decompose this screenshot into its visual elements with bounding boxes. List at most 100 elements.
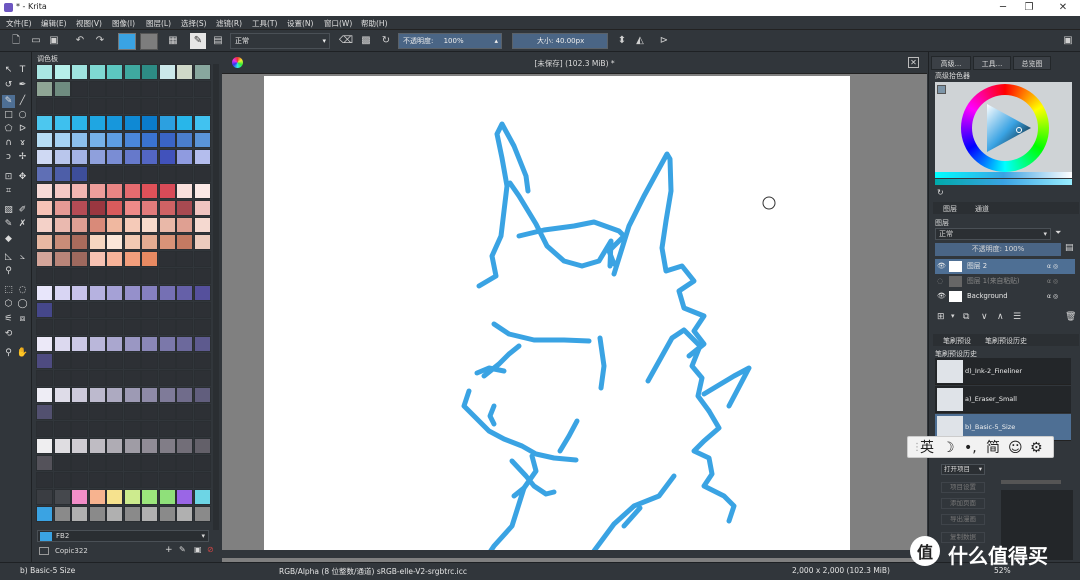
palette-swatch[interactable] — [158, 319, 176, 335]
rectangle-tool-icon[interactable]: □ — [2, 109, 15, 122]
palette-swatch[interactable] — [88, 251, 106, 267]
filter-icon[interactable]: ⏷ — [1055, 228, 1061, 238]
tab-preset-history[interactable]: 笔刷预设历史 — [985, 336, 1027, 346]
palette-swatch[interactable] — [123, 217, 141, 233]
palette-swatch[interactable] — [106, 472, 123, 488]
palette-swatch[interactable] — [193, 387, 211, 403]
layer-opacity-slider[interactable]: 不透明度: 100% — [935, 243, 1061, 256]
add-page-button[interactable]: 添加页面 — [941, 498, 985, 509]
palette-swatch[interactable] — [71, 217, 88, 233]
palette-swatch[interactable] — [36, 506, 53, 522]
palette-swatch[interactable] — [141, 234, 158, 250]
moon-icon[interactable]: ☽ — [942, 438, 955, 458]
palette-swatch[interactable] — [123, 353, 141, 369]
reload-preset-icon[interactable]: ↻ — [378, 33, 394, 49]
palette-swatch[interactable] — [53, 285, 71, 301]
palette-swatch[interactable] — [193, 98, 211, 114]
palette-swatch[interactable] — [193, 489, 211, 505]
palette-swatch[interactable] — [71, 234, 88, 250]
new-document-icon[interactable]: 🗋 — [8, 33, 24, 49]
palette-swatch[interactable] — [193, 132, 211, 148]
palette-swatch[interactable] — [71, 149, 88, 165]
palette-swatch[interactable] — [106, 387, 123, 403]
palette-swatch[interactable] — [176, 285, 193, 301]
preserve-alpha-icon[interactable]: ▩ — [358, 33, 374, 49]
palette-swatch[interactable] — [158, 421, 176, 437]
menu-edit[interactable]: 编辑(E) — [41, 18, 67, 29]
color-picker-icon[interactable]: ✐ — [16, 204, 29, 217]
palette-swatch[interactable] — [176, 251, 193, 267]
palette-swatch[interactable] — [106, 489, 123, 505]
palette-swatch[interactable] — [193, 234, 211, 250]
palette-swatch[interactable] — [106, 217, 123, 233]
palette-swatch[interactable] — [141, 489, 158, 505]
palette-swatch[interactable] — [106, 115, 123, 131]
palette-swatch[interactable] — [158, 387, 176, 403]
punctuation-icon[interactable]: •, — [964, 438, 977, 458]
polygon-tool-icon[interactable]: ⬠ — [2, 123, 15, 136]
palette-swatch[interactable] — [71, 200, 88, 216]
menu-tools[interactable]: 工具(T) — [252, 18, 277, 29]
palette-swatch[interactable] — [88, 115, 106, 131]
brush-preset-item[interactable]: a)_Eraser_Small — [935, 386, 1071, 413]
palette-swatch[interactable] — [88, 268, 106, 284]
chevron-down-icon[interactable]: ▾ — [951, 312, 955, 320]
palette-swatch[interactable] — [53, 353, 71, 369]
palette-swatch[interactable] — [71, 353, 88, 369]
freehand-brush-icon[interactable]: ✎ — [2, 95, 15, 108]
palette-swatch[interactable] — [141, 166, 158, 182]
palette-swatch[interactable] — [88, 234, 106, 250]
size-stepper-icon[interactable]: ⬍ — [614, 33, 630, 49]
menu-image[interactable]: 图像(I) — [112, 18, 135, 29]
gradient-tool-icon[interactable]: ▧ — [2, 204, 15, 217]
palette-swatch[interactable] — [88, 353, 106, 369]
swatch-name-field[interactable]: FB2 ▾ — [37, 530, 209, 542]
palette-swatch[interactable] — [53, 200, 71, 216]
palette-swatch[interactable] — [141, 319, 158, 335]
menu-layer[interactable]: 图层(L) — [146, 18, 171, 29]
palette-swatch[interactable] — [36, 438, 53, 454]
palette-swatch[interactable] — [193, 268, 211, 284]
palette-swatch[interactable] — [71, 115, 88, 131]
palette-swatch[interactable] — [176, 489, 193, 505]
palette-swatch[interactable] — [88, 438, 106, 454]
palette-swatch[interactable] — [36, 319, 53, 335]
menu-help[interactable]: 帮助(H) — [361, 18, 388, 29]
palette-swatch[interactable] — [176, 200, 193, 216]
open-item-select[interactable]: 打开项目 ▾ — [941, 464, 985, 475]
palette-swatch[interactable] — [141, 115, 158, 131]
palette-swatch[interactable] — [193, 472, 211, 488]
palette-swatch[interactable] — [88, 472, 106, 488]
palette-swatch[interactable] — [158, 234, 176, 250]
palette-swatch[interactable] — [71, 370, 88, 386]
layer-blend-select[interactable]: 正常 ▾ — [935, 228, 1051, 240]
menu-filter[interactable]: 滤镜(R) — [216, 18, 242, 29]
palette-swatch[interactable] — [193, 217, 211, 233]
palette-swatch[interactable] — [123, 268, 141, 284]
palette-swatch[interactable] — [71, 98, 88, 114]
redo-icon[interactable]: ↷ — [92, 33, 108, 49]
palette-swatch[interactable] — [53, 132, 71, 148]
palette-swatch[interactable] — [141, 149, 158, 165]
palette-swatch[interactable] — [123, 455, 141, 471]
palette-swatch[interactable] — [123, 132, 141, 148]
palette-swatch[interactable] — [106, 183, 123, 199]
palette-swatch[interactable] — [53, 472, 71, 488]
menu-select[interactable]: 选择(S) — [181, 18, 207, 29]
palette-swatch[interactable] — [141, 98, 158, 114]
fill-tool-icon[interactable]: ◆ — [2, 233, 15, 246]
palette-swatch[interactable] — [158, 455, 176, 471]
palette-swatch[interactable] — [158, 438, 176, 454]
layer-row[interactable]: 👁 图层 2 α ◎ — [935, 259, 1075, 274]
alpha-lock-icon[interactable]: α ◎ — [1047, 274, 1058, 289]
palette-swatch[interactable] — [53, 234, 71, 250]
size-slider[interactable]: 大小: 40.00px — [512, 33, 608, 49]
palette-swatch[interactable] — [158, 217, 176, 233]
palette-swatch[interactable] — [106, 438, 123, 454]
mirror-horizontal-icon[interactable]: ◭ — [632, 33, 648, 49]
palette-swatch[interactable] — [123, 506, 141, 522]
palette-swatch[interactable] — [123, 81, 141, 97]
palette-swatch[interactable] — [176, 438, 193, 454]
select-shapes-icon[interactable]: ↖ — [2, 64, 15, 77]
palette-swatch[interactable] — [36, 200, 53, 216]
